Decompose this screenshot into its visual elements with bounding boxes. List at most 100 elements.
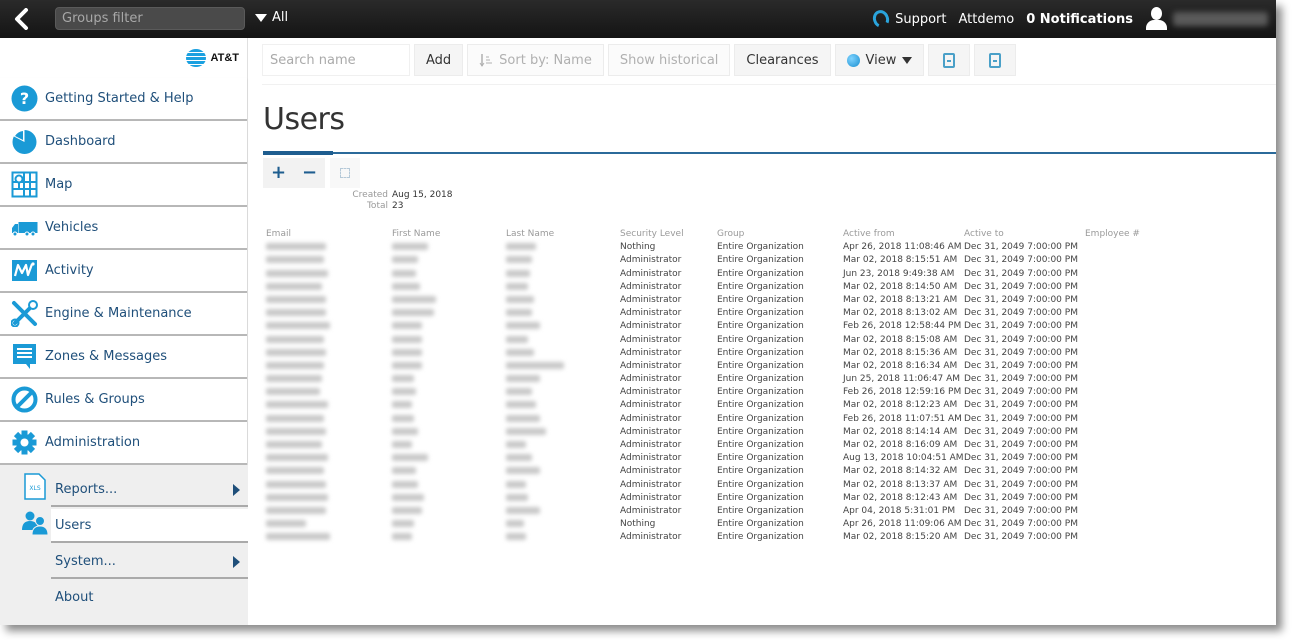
expand-all-button[interactable]: +	[269, 164, 289, 182]
column-header-email[interactable]: Email	[266, 228, 392, 241]
table-row[interactable]: Nothing Entire Organization Apr 26, 2018 1…	[266, 241, 1155, 254]
groups-filter-input[interactable]	[55, 7, 245, 30]
cell-last-name	[506, 399, 620, 412]
table-row[interactable]: Administrator Entire Organization Mar 02, …	[266, 426, 1155, 439]
column-header-active-from[interactable]: Active from	[843, 228, 964, 241]
table-row[interactable]: Administrator Entire Organization Aug 13, …	[266, 452, 1155, 465]
username-redacted[interactable]	[1173, 12, 1268, 26]
redacted-text	[506, 480, 526, 488]
back-button[interactable]	[10, 6, 32, 32]
show-historical-button[interactable]: Show historical	[607, 44, 731, 76]
redacted-text	[506, 427, 546, 435]
table-row[interactable]: Administrator Entire Organization Mar 02, …	[266, 439, 1155, 452]
search-name-input[interactable]	[262, 44, 410, 76]
view-dropdown[interactable]: View	[834, 44, 925, 76]
cell-security-level: Administrator	[620, 532, 682, 543]
table-row[interactable]: Administrator Entire Organization Feb 26, …	[266, 320, 1155, 333]
redacted-text	[392, 348, 422, 356]
sidebar-item-activity[interactable]: Activity	[0, 250, 247, 293]
fit-button[interactable]	[330, 158, 360, 188]
cell-first-name	[392, 294, 506, 307]
column-header-active-to[interactable]: Active to	[964, 228, 1085, 241]
cell-security-level: Administrator	[620, 466, 682, 477]
redacted-text	[266, 348, 326, 356]
sidebar-item-getting-started[interactable]: ? Getting Started & Help	[0, 78, 247, 121]
table-row[interactable]: Administrator Entire Organization Mar 02, …	[266, 254, 1155, 267]
table-row[interactable]: Administrator Entire Organization Mar 02, …	[266, 399, 1155, 412]
column-header-security-level[interactable]: Security Level	[620, 228, 717, 241]
submenu-item-users[interactable]: Users	[51, 509, 248, 543]
table-row[interactable]: Administrator Entire Organization Mar 02, …	[266, 465, 1155, 478]
redacted-text	[392, 243, 428, 251]
sidebar-item-map[interactable]: Map	[0, 164, 247, 207]
table-row[interactable]: Administrator Entire Organization Mar 02, …	[266, 347, 1155, 360]
table-row[interactable]: Administrator Entire Organization Mar 02, …	[266, 531, 1155, 544]
sidebar-item-dashboard[interactable]: Dashboard	[0, 121, 247, 164]
account-name[interactable]: Attdemo	[959, 12, 1015, 27]
table-row[interactable]: Administrator Entire Organization Mar 02, …	[266, 294, 1155, 307]
cell-group: Entire Organization	[717, 532, 804, 543]
column-header-last-name[interactable]: Last Name	[506, 228, 620, 241]
svg-text:?: ?	[20, 89, 29, 108]
cell-last-name	[506, 479, 620, 492]
cell-security-level: Administrator	[620, 453, 682, 464]
table-row[interactable]: Nothing Entire Organization Apr 26, 2018 1…	[266, 518, 1155, 531]
clearances-button[interactable]: Clearances	[734, 44, 831, 76]
sidebar-item-rules-groups[interactable]: Rules & Groups	[0, 379, 247, 422]
user-avatar-icon[interactable]	[1145, 7, 1167, 31]
cell-active-to: Dec 31, 2049 7:00:00 PM	[964, 505, 1078, 516]
redacted-text	[392, 335, 422, 343]
sidebar-item-vehicles[interactable]: Vehicles	[0, 207, 247, 250]
submenu-item-reports[interactable]: Reports...	[51, 473, 248, 507]
cell-security-level: Administrator	[620, 413, 682, 424]
redacted-text	[266, 414, 324, 422]
sidebar-item-zones-messages[interactable]: Zones & Messages	[0, 336, 247, 379]
sidebar-item-administration[interactable]: Administration	[0, 422, 247, 465]
redacted-text	[392, 269, 416, 277]
sort-button[interactable]: Sort by: Name	[467, 44, 604, 76]
table-row[interactable]: Administrator Entire Organization Mar 02, …	[266, 307, 1155, 320]
group-dropdown[interactable]: All	[255, 10, 288, 25]
column-header-employee-number[interactable]: Employee #	[1085, 228, 1155, 241]
submenu-item-label: About	[55, 589, 94, 605]
redacted-text	[506, 493, 528, 501]
table-row[interactable]: Administrator Entire Organization Mar 02, …	[266, 334, 1155, 347]
table-row[interactable]: Administrator Entire Organization Mar 02, …	[266, 360, 1155, 373]
column-header-first-name[interactable]: First Name	[392, 228, 506, 241]
export-xls-button[interactable]	[974, 44, 1017, 76]
cell-group: Entire Organization	[717, 281, 804, 292]
table-row[interactable]: Administrator Entire Organization Mar 02, …	[266, 492, 1155, 505]
table-row[interactable]: Administrator Entire Organization Mar 02, …	[266, 281, 1155, 294]
support-link[interactable]: Support	[870, 7, 947, 31]
table-row[interactable]: Administrator Entire Organization Feb 26, …	[266, 386, 1155, 399]
table-row[interactable]: Administrator Entire Organization Jun 25, …	[266, 373, 1155, 386]
cell-group: Entire Organization	[717, 360, 804, 371]
cell-group: Entire Organization	[717, 466, 804, 477]
add-button[interactable]: Add	[414, 44, 464, 76]
table-row[interactable]: Administrator Entire Organization Mar 02, …	[266, 479, 1155, 492]
redacted-text	[392, 454, 428, 462]
column-header-group[interactable]: Group	[717, 228, 843, 241]
cell-last-name	[506, 320, 620, 333]
brand-logo: AT&T	[0, 38, 247, 78]
cell-security-level: Nothing	[620, 242, 656, 253]
redacted-text	[392, 427, 418, 435]
redacted-text	[392, 533, 412, 541]
cell-active-to: Dec 31, 2049 7:00:00 PM	[964, 294, 1078, 305]
submenu-item-system[interactable]: System...	[51, 545, 248, 579]
table-row[interactable]: Administrator Entire Organization Feb 26, …	[266, 413, 1155, 426]
collapse-all-button[interactable]: −	[300, 164, 320, 182]
redacted-text	[506, 335, 528, 343]
cell-active-to: Dec 31, 2049 7:00:00 PM	[964, 308, 1078, 319]
table-row[interactable]: Administrator Entire Organization Apr 04, …	[266, 505, 1155, 518]
sidebar-item-engine-maintenance[interactable]: Engine & Maintenance	[0, 293, 247, 336]
table-row[interactable]: Administrator Entire Organization Jun 23, …	[266, 268, 1155, 281]
cell-employee-number	[1085, 426, 1155, 439]
cell-email	[266, 320, 392, 333]
notifications-link[interactable]: 0 Notifications	[1026, 12, 1133, 27]
export-pdf-button[interactable]	[928, 44, 971, 76]
submenu-item-about[interactable]: About	[51, 580, 248, 614]
redacted-text	[506, 441, 526, 448]
cell-employee-number	[1085, 294, 1155, 307]
cell-first-name	[392, 413, 506, 426]
